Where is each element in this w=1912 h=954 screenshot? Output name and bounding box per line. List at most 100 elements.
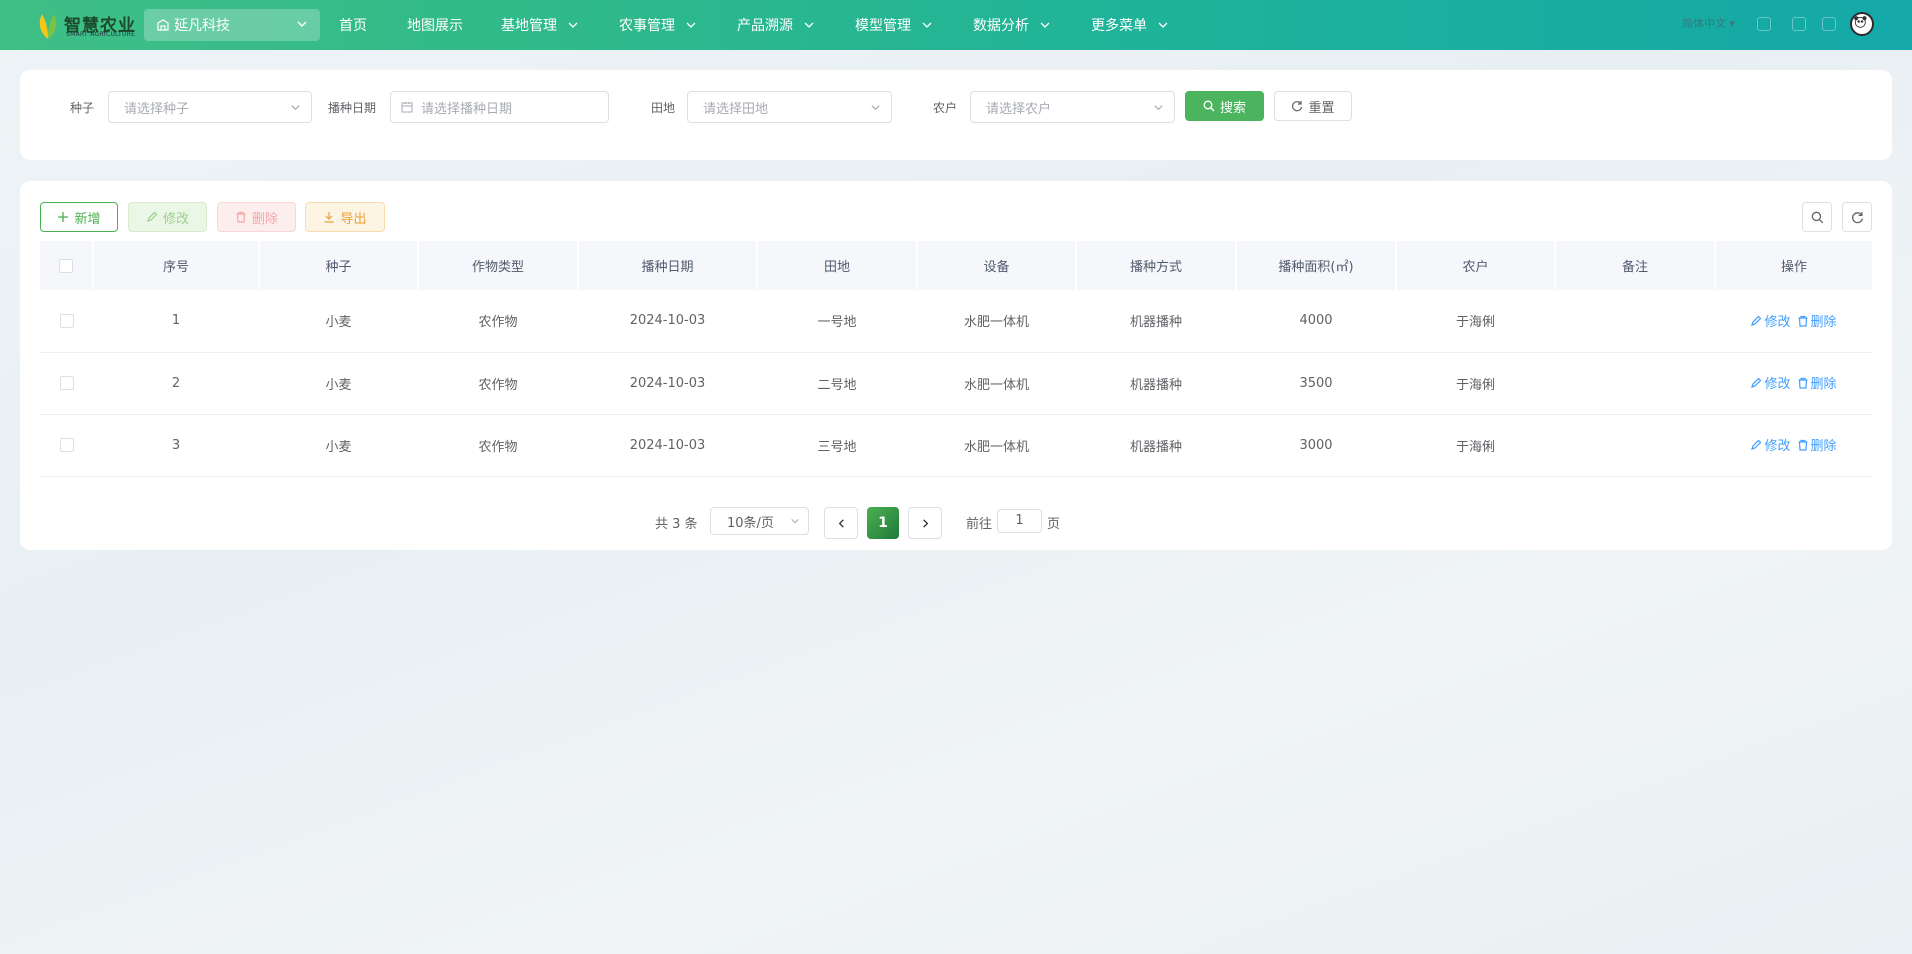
row-edit-link[interactable]: 修改 xyxy=(1750,435,1791,454)
delete-button[interactable]: 删除 xyxy=(217,202,296,232)
search-icon xyxy=(1203,100,1215,112)
org-select-value: 延凡科技 xyxy=(174,18,230,34)
row-checkbox[interactable] xyxy=(59,313,74,328)
add-button[interactable]: 新增 xyxy=(40,202,118,232)
row-checkbox[interactable] xyxy=(59,376,74,390)
goto-page-input[interactable]: 1 xyxy=(997,509,1042,533)
download-icon xyxy=(324,212,334,223)
row-delete-link[interactable]: 删除 xyxy=(1797,373,1837,392)
row-checkbox[interactable] xyxy=(59,438,74,452)
calendar-icon xyxy=(401,102,413,113)
row-edit-link[interactable]: 修改 xyxy=(1750,311,1791,330)
nav-product-trace[interactable]: 产品溯源 xyxy=(737,15,815,35)
cell-field: 二号地 xyxy=(757,352,917,415)
avatar-icon xyxy=(1854,16,1867,28)
nav-label: 数据分析 xyxy=(973,18,1029,34)
nav-map[interactable]: 地图展示 xyxy=(407,15,463,35)
cell-area: 4000 xyxy=(1236,290,1396,353)
data-table: 序号 种子 作物类型 播种日期 田地 设备 播种方式 播种面积(㎡) 农户 备注… xyxy=(40,241,1872,477)
table-row[interactable]: 3 小麦 农作物 2024-10-03 三号地 水肥一体机 机器播种 3000 … xyxy=(40,414,1872,477)
field-select[interactable]: 请选择田地 xyxy=(687,91,892,123)
cell-field: 一号地 xyxy=(757,290,917,353)
nav-more-menu[interactable]: 更多菜单 xyxy=(1091,15,1169,35)
edit-icon xyxy=(1751,315,1762,326)
refresh-table-button[interactable] xyxy=(1842,202,1872,232)
nav-model-management[interactable]: 模型管理 xyxy=(855,15,933,35)
chevron-down-icon xyxy=(297,21,307,27)
farmer-select[interactable]: 请选择农户 xyxy=(970,91,1175,123)
language-select[interactable]: 简体中文 ▾ xyxy=(1682,15,1735,31)
top-navbar: 智慧农业 SMART AGRICULTURE 延凡科技 首页 地图展示 基地管理… xyxy=(0,0,1912,50)
edit-button[interactable]: 修改 xyxy=(128,202,207,232)
column-header: 播种日期 xyxy=(578,241,758,290)
table-row[interactable]: 1 小麦 农作物 2024-10-03 一号地 水肥一体机 机器播种 4000 … xyxy=(40,290,1872,353)
search-button[interactable]: 搜索 xyxy=(1185,91,1264,121)
export-button[interactable]: 导出 xyxy=(305,202,385,232)
user-avatar[interactable] xyxy=(1850,12,1874,36)
leaf-logo-icon xyxy=(39,14,57,39)
table-row[interactable]: 2 小麦 农作物 2024-10-03 二号地 水肥一体机 机器播种 3500 … xyxy=(40,352,1872,415)
page-size-value: 10条/页 xyxy=(727,515,774,531)
toggle-search-button[interactable] xyxy=(1802,202,1832,232)
cell-no: 1 xyxy=(93,290,259,353)
nav-label: 地图展示 xyxy=(407,18,463,34)
row-select-cell[interactable] xyxy=(40,352,93,415)
goto-suffix: 页 xyxy=(1047,517,1061,532)
trash-icon xyxy=(236,211,246,223)
chevron-down-icon xyxy=(1040,22,1050,28)
search-button-label: 搜索 xyxy=(1219,100,1246,116)
cell-seed: 小麦 xyxy=(259,414,418,477)
seed-select[interactable]: 请选择种子 xyxy=(108,91,312,123)
nav-farming-management[interactable]: 农事管理 xyxy=(619,15,697,35)
reset-button[interactable]: 重置 xyxy=(1274,91,1352,121)
select-all-checkbox[interactable] xyxy=(59,258,73,273)
current-page[interactable]: 1 xyxy=(867,507,899,539)
nav-label: 模型管理 xyxy=(855,18,911,34)
bell-icon[interactable] xyxy=(1822,17,1836,31)
next-page-button[interactable] xyxy=(908,507,942,539)
refresh-icon xyxy=(1292,101,1303,112)
prev-page-button[interactable] xyxy=(824,507,858,539)
chevron-down-icon xyxy=(291,105,300,111)
row-edit-label: 修改 xyxy=(1764,377,1791,393)
chevron-down-icon xyxy=(686,22,696,28)
cell-farmer: 于海俐 xyxy=(1396,352,1555,415)
trash-icon xyxy=(1798,377,1807,389)
trash-icon xyxy=(1798,439,1807,451)
brand-logo[interactable]: 智慧农业 SMART AGRICULTURE xyxy=(36,10,136,40)
row-delete-label: 删除 xyxy=(1810,315,1837,330)
column-header: 种子 xyxy=(259,241,419,290)
cell-sow-date: 2024-10-03 xyxy=(578,290,757,353)
cell-device: 水肥一体机 xyxy=(917,290,1076,353)
chevron-down-icon xyxy=(1154,105,1163,111)
cell-area: 3000 xyxy=(1236,414,1396,477)
cell-crop-type: 农作物 xyxy=(418,352,578,415)
row-select-cell[interactable] xyxy=(40,290,93,353)
table-header-row: 序号 种子 作物类型 播种日期 田地 设备 播种方式 播种面积(㎡) 农户 备注… xyxy=(40,241,1872,290)
row-delete-link[interactable]: 删除 xyxy=(1797,435,1837,454)
chevron-left-icon xyxy=(838,518,844,528)
field-placeholder: 请选择田地 xyxy=(703,101,769,117)
cell-remark xyxy=(1555,352,1715,415)
org-select[interactable]: 延凡科技 xyxy=(144,9,320,41)
column-header: 操作 xyxy=(1715,241,1872,290)
row-edit-link[interactable]: 修改 xyxy=(1750,373,1791,393)
page-size-select[interactable]: 10条/页 xyxy=(710,507,809,535)
nav-base-management[interactable]: 基地管理 xyxy=(501,15,579,35)
cell-actions: 修改 删除 xyxy=(1715,290,1872,353)
trash-icon xyxy=(1798,315,1807,327)
column-header: 作物类型 xyxy=(418,241,579,290)
add-button-label: 新增 xyxy=(74,211,101,227)
row-delete-link[interactable]: 删除 xyxy=(1797,311,1837,330)
row-select-cell[interactable] xyxy=(40,414,93,477)
sow-date-placeholder: 请选择播种日期 xyxy=(421,101,513,117)
edit-icon xyxy=(1751,377,1762,388)
nav-data-analysis[interactable]: 数据分析 xyxy=(973,15,1051,35)
cell-farmer: 于海俐 xyxy=(1396,414,1555,477)
fullscreen-icon[interactable] xyxy=(1792,17,1806,31)
sow-date-picker[interactable]: 请选择播种日期 xyxy=(390,91,609,123)
cell-actions: 修改 删除 xyxy=(1715,414,1872,477)
select-all-cell[interactable] xyxy=(40,241,94,290)
nav-home[interactable]: 首页 xyxy=(339,15,367,35)
search-icon[interactable] xyxy=(1757,17,1771,31)
